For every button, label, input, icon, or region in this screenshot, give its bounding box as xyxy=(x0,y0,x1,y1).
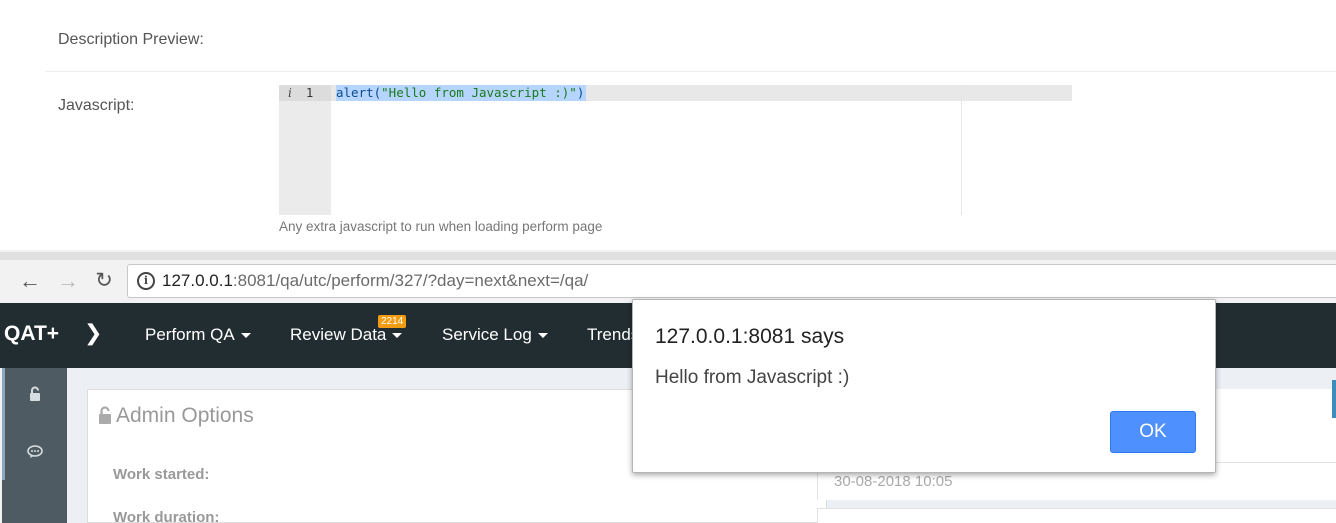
back-arrow-icon[interactable]: ← xyxy=(16,267,44,295)
sidebar-toggle-chevron-icon[interactable]: ❯ xyxy=(84,320,102,346)
caret-down-icon xyxy=(392,333,403,339)
code-line-1[interactable]: alert("Hello from Javascript :)") xyxy=(336,85,587,101)
menu-label: Perform QA xyxy=(145,325,235,344)
caret-down-icon xyxy=(537,333,548,339)
javascript-alert-dialog: 127.0.0.1:8081 says Hello from Javascrip… xyxy=(632,299,1216,473)
dialog-message: Hello from Javascript :) xyxy=(655,367,850,388)
address-bar[interactable]: i 127.0.0.1:8081/qa/utc/perform/327/?day… xyxy=(127,264,1336,298)
sidebar-active-indicator xyxy=(2,368,5,480)
unlock-icon[interactable] xyxy=(2,386,67,405)
info-icon: i xyxy=(288,86,292,100)
menu-label: Review Data xyxy=(290,325,387,344)
work-duration-field[interactable] xyxy=(817,508,1336,523)
admin-form: Description Preview: Javascript: i 1 ale… xyxy=(0,0,1336,252)
code-close-paren: ) xyxy=(576,85,585,100)
url-text[interactable]: 127.0.0.1:8081/qa/utc/perform/327/?day=n… xyxy=(162,271,588,291)
javascript-label: Javascript: xyxy=(58,97,135,114)
url-path: :8081/qa/utc/perform/327/?day=next&next=… xyxy=(232,271,589,290)
tab-strip xyxy=(0,252,1336,260)
code-string: "Hello from Javascript :)" xyxy=(381,85,577,100)
ok-button[interactable]: OK xyxy=(1110,411,1196,453)
editor-print-margin xyxy=(961,85,962,215)
caret-down-icon xyxy=(240,333,251,339)
menu-review-data[interactable]: Review Data xyxy=(290,325,403,345)
forward-arrow-icon[interactable]: → xyxy=(54,267,82,295)
description-preview-label: Description Preview: xyxy=(58,31,204,48)
work-duration-label: Work duration: xyxy=(113,509,220,523)
reload-icon[interactable]: ↻ xyxy=(90,267,118,295)
line-number: 1 xyxy=(306,86,314,100)
unlock-icon xyxy=(99,406,111,424)
editor-gutter xyxy=(279,85,331,215)
menu-service-log[interactable]: Service Log xyxy=(442,325,548,345)
gutter-line-1: i 1 xyxy=(279,85,331,101)
menu-label: Service Log xyxy=(442,325,532,344)
code-function: alert( xyxy=(336,85,382,100)
admin-options-title: Admin Options xyxy=(98,404,254,428)
menu-perform-qa[interactable]: Perform QA xyxy=(145,325,251,345)
browser-toolbar: ← → ↻ i 127.0.0.1:8081/qa/utc/perform/32… xyxy=(0,260,1336,302)
right-panel-accent xyxy=(1332,380,1336,418)
sidebar xyxy=(2,368,67,523)
panel-title-text: Admin Options xyxy=(116,404,254,427)
right-panel xyxy=(1215,389,1336,462)
brand-logo[interactable]: QAT+ xyxy=(4,322,59,346)
work-started-value: 30-08-2018 10:05 xyxy=(834,473,953,490)
divider xyxy=(45,71,1336,72)
comment-icon[interactable] xyxy=(2,445,67,463)
javascript-help-text: Any extra javascript to run when loading… xyxy=(279,219,603,234)
work-started-label: Work started: xyxy=(113,466,210,483)
review-data-count-badge: 2214 xyxy=(378,315,407,328)
site-info-icon[interactable]: i xyxy=(137,272,155,290)
dialog-title: 127.0.0.1:8081 says xyxy=(655,325,845,348)
javascript-code-editor[interactable]: i 1 alert("Hello from Javascript :)") xyxy=(279,85,1072,215)
url-host: 127.0.0.1 xyxy=(162,271,233,290)
